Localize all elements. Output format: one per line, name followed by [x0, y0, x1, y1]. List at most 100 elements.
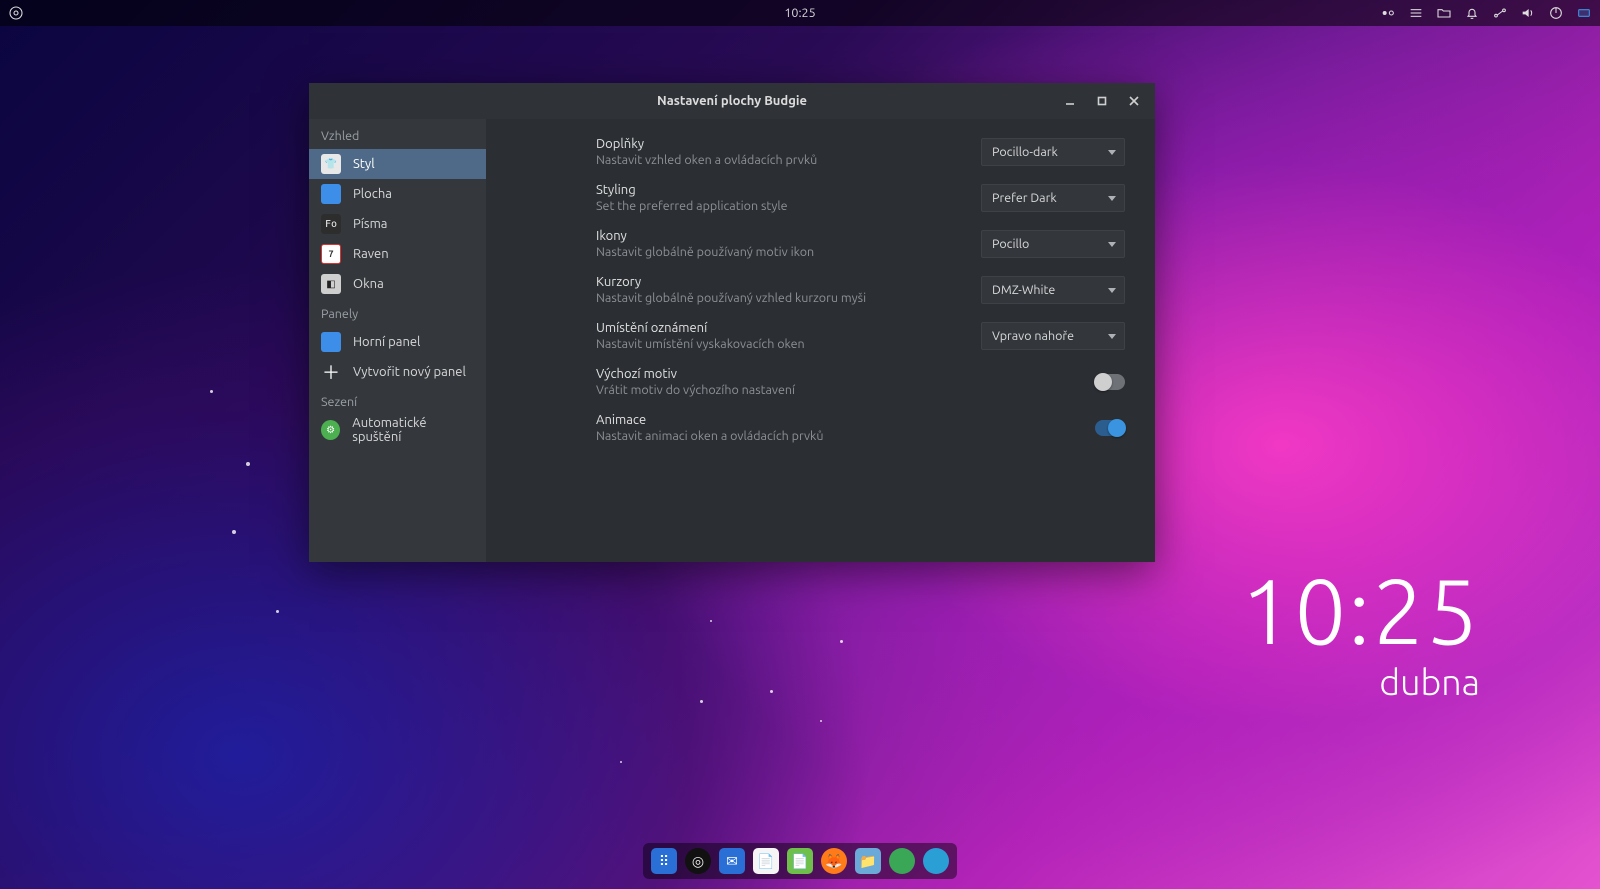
chevron-down-icon	[1108, 196, 1116, 201]
chevron-down-icon	[1108, 242, 1116, 247]
setting-desc: Vrátit motiv do výchozího nastavení	[596, 383, 1065, 397]
menu-icon[interactable]	[1408, 5, 1424, 21]
panel-clock[interactable]: 10:25	[784, 6, 815, 20]
setting-title: Ikony	[596, 229, 951, 243]
dock: ⠿ ◎ ✉ 📄 📄 🦊 📁	[643, 843, 957, 879]
calendar-icon: 7	[321, 244, 341, 264]
dock-app-software[interactable]	[923, 848, 949, 874]
window-minimize-button[interactable]	[1055, 86, 1085, 116]
widgets-theme-dropdown[interactable]: Pocillo-dark	[981, 138, 1125, 166]
wallpaper-star	[620, 761, 622, 763]
dock-app-mail[interactable]: ✉	[719, 848, 745, 874]
setting-row-default-theme: Výchozí motiv Vrátit motiv do výchozího …	[596, 367, 1125, 397]
dropdown-value: Vpravo nahoře	[992, 329, 1074, 343]
default-theme-toggle[interactable]	[1095, 374, 1125, 390]
sidebar-item-plocha[interactable]: Plocha	[309, 179, 486, 209]
desktop-clock-widget: 10:25 dubna	[1240, 565, 1480, 702]
wallpaper-star	[820, 720, 822, 722]
dock-app-firefox[interactable]: 🦊	[821, 848, 847, 874]
setting-desc: Nastavit animaci oken a ovládacích prvků	[596, 429, 1065, 443]
icons-dropdown[interactable]: Pocillo	[981, 230, 1125, 258]
dropdown-value: Pocillo-dark	[992, 145, 1058, 159]
network-icon[interactable]	[1492, 5, 1508, 21]
wallpaper-star	[210, 390, 213, 393]
styling-dropdown[interactable]: Prefer Dark	[981, 184, 1125, 212]
setting-desc: Nastavit globálně používaný motiv ikon	[596, 245, 951, 259]
setting-title: Umístění oznámení	[596, 321, 951, 335]
setting-desc: Nastavit umístění vyskakovacích oken	[596, 337, 951, 351]
setting-row-animations: Animace Nastavit animaci oken a ovládací…	[596, 413, 1125, 443]
sidebar-item-vytvorit-panel[interactable]: ＋ Vytvořit nový panel	[309, 357, 486, 387]
settings-content: Doplňky Nastavit vzhled oken a ovládacíc…	[486, 119, 1155, 562]
font-icon: Fo	[321, 214, 341, 234]
settings-sidebar: Vzhled 👕 Styl Plocha Fo Písma 7 Raven	[309, 119, 486, 562]
wallpaper-star	[710, 620, 712, 622]
plus-icon: ＋	[321, 362, 341, 382]
tshirt-icon: 👕	[321, 154, 341, 174]
volume-icon[interactable]	[1520, 5, 1536, 21]
wallpaper-star	[770, 690, 773, 693]
sidebar-item-label: Styl	[353, 157, 375, 171]
wallpaper-star	[840, 640, 843, 643]
power-icon[interactable]	[1548, 5, 1564, 21]
setting-row-notif: Umístění oznámení Nastavit umístění vysk…	[596, 321, 1125, 351]
window-maximize-button[interactable]	[1087, 86, 1117, 116]
dropdown-value: Pocillo	[992, 237, 1029, 251]
sidebar-item-pisma[interactable]: Fo Písma	[309, 209, 486, 239]
budgie-menu-icon[interactable]	[8, 5, 24, 21]
desktop-icon	[321, 184, 341, 204]
notif-position-dropdown[interactable]: Vpravo nahoře	[981, 322, 1125, 350]
setting-row-styling: Styling Set the preferred application st…	[596, 183, 1125, 213]
sidebar-item-label: Okna	[353, 277, 384, 291]
dock-app-files[interactable]: 📁	[855, 848, 881, 874]
sidebar-section-appearance: Vzhled	[309, 121, 486, 149]
keyboard-indicator-icon[interactable]	[1576, 5, 1592, 21]
dock-app-terminal[interactable]	[889, 848, 915, 874]
cursors-dropdown[interactable]: DMZ-White	[981, 276, 1125, 304]
window-titlebar[interactable]: Nastavení plochy Budgie	[309, 83, 1155, 119]
folder-icon[interactable]	[1436, 5, 1452, 21]
setting-desc: Nastavit globálně používaný vzhled kurzo…	[596, 291, 951, 305]
setting-title: Kurzory	[596, 275, 951, 289]
dock-app-budgie[interactable]: ◎	[685, 848, 711, 874]
dropdown-value: DMZ-White	[992, 283, 1055, 297]
setting-row-widgets: Doplňky Nastavit vzhled oken a ovládacíc…	[596, 137, 1125, 167]
setting-title: Animace	[596, 413, 1065, 427]
workspace-indicator-icon[interactable]	[1380, 5, 1396, 21]
sidebar-item-label: Automatické spuštění	[352, 416, 474, 444]
wallpaper-star	[246, 462, 250, 466]
sidebar-item-label: Písma	[353, 217, 387, 231]
setting-title: Styling	[596, 183, 951, 197]
setting-desc: Set the preferred application style	[596, 199, 951, 213]
sidebar-item-horni-panel[interactable]: Horní panel	[309, 327, 486, 357]
dock-app-writer[interactable]: 📄	[787, 848, 813, 874]
top-panel: 10:25	[0, 0, 1600, 26]
dropdown-value: Prefer Dark	[992, 191, 1057, 205]
windows-icon: ◧	[321, 274, 341, 294]
setting-title: Doplňky	[596, 137, 951, 151]
sidebar-section-session: Sezení	[309, 387, 486, 415]
sidebar-item-styl[interactable]: 👕 Styl	[309, 149, 486, 179]
setting-desc: Nastavit vzhled oken a ovládacích prvků	[596, 153, 951, 167]
sidebar-item-label: Raven	[353, 247, 389, 261]
dock-app-menu[interactable]: ⠿	[651, 848, 677, 874]
wallpaper-star	[700, 700, 703, 703]
dock-app-text[interactable]: 📄	[753, 848, 779, 874]
window-title: Nastavení plochy Budgie	[657, 94, 807, 108]
sidebar-section-panels: Panely	[309, 299, 486, 327]
bell-icon[interactable]	[1464, 5, 1480, 21]
sidebar-item-label: Vytvořit nový panel	[353, 365, 466, 379]
sidebar-item-label: Plocha	[353, 187, 392, 201]
setting-title: Výchozí motiv	[596, 367, 1065, 381]
sidebar-item-raven[interactable]: 7 Raven	[309, 239, 486, 269]
chevron-down-icon	[1108, 334, 1116, 339]
sidebar-item-autospusteni[interactable]: ⚙ Automatické spuštění	[309, 415, 486, 445]
animations-toggle[interactable]	[1095, 420, 1125, 436]
budgie-settings-window: Nastavení plochy Budgie Vzhled 👕 Styl Pl…	[309, 83, 1155, 562]
setting-row-cursors: Kurzory Nastavit globálně používaný vzhl…	[596, 275, 1125, 305]
sidebar-item-okna[interactable]: ◧ Okna	[309, 269, 486, 299]
window-close-button[interactable]	[1119, 86, 1149, 116]
chevron-down-icon	[1108, 288, 1116, 293]
sidebar-item-label: Horní panel	[353, 335, 420, 349]
autostart-icon: ⚙	[321, 420, 340, 440]
